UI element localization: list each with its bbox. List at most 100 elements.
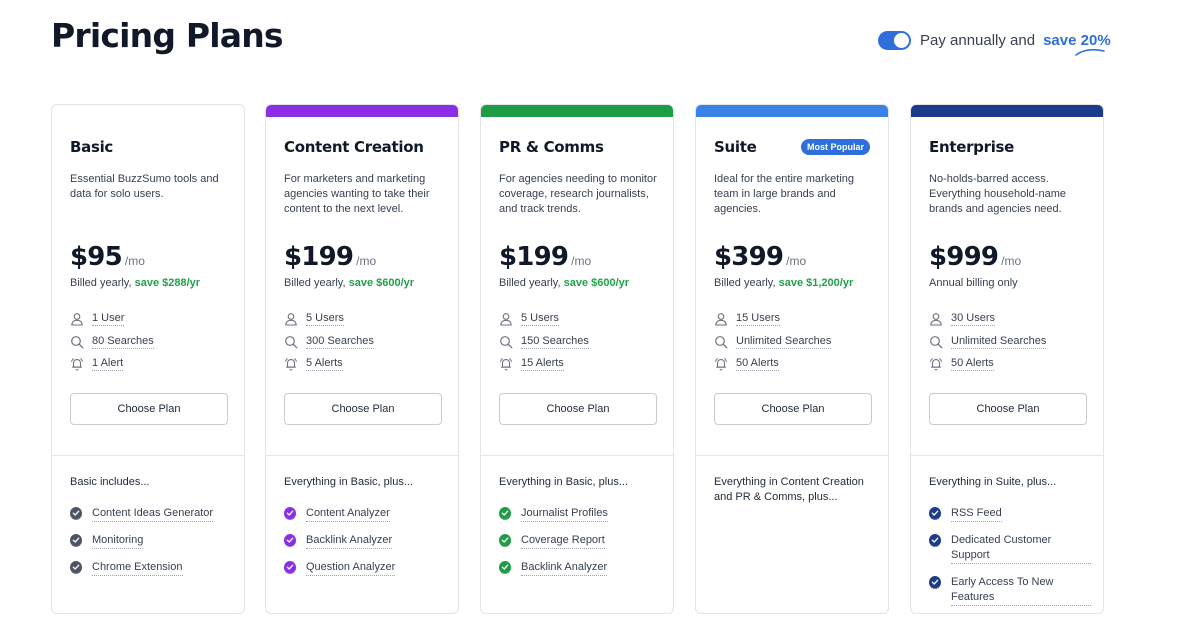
- feature-label[interactable]: Chrome Extension: [92, 560, 183, 576]
- price-period: /mo: [356, 254, 377, 268]
- choose-plan-button[interactable]: Choose Plan: [284, 393, 442, 425]
- feature-label[interactable]: Content Ideas Generator: [92, 506, 214, 522]
- billing-note: Annual billing only: [929, 277, 1018, 289]
- limit-searches: 150 Searches: [499, 331, 589, 354]
- feature-label[interactable]: Journalist Profiles: [521, 506, 608, 522]
- limit-alerts-text[interactable]: 15 Alerts: [521, 357, 564, 372]
- plan-color-bar: [266, 105, 458, 117]
- search-icon: [715, 335, 728, 349]
- limit-users: 15 Users: [714, 308, 831, 331]
- switch-knob: [894, 33, 909, 48]
- bell-icon: [715, 358, 727, 371]
- plan-price: $199 /mo: [499, 242, 591, 272]
- billing-text: Annual billing only: [929, 277, 1018, 289]
- billing-toggle: Pay annually and save 20%: [878, 31, 1111, 56]
- price-amount: $399: [714, 242, 784, 272]
- includes-heading: Everything in Basic, plus...: [284, 476, 414, 488]
- check-circle-icon: [70, 507, 82, 520]
- limit-users: 1 User: [70, 308, 154, 331]
- plan-limits: 15 Users Unlimited Searches 50 Alerts: [714, 308, 832, 376]
- limit-users-text[interactable]: 5 Users: [521, 312, 559, 327]
- billing-text: Billed yearly,: [284, 277, 349, 289]
- feature-item: Dedicated Customer Support: [929, 533, 1091, 564]
- feature-list: Content Analyzer Backlink Analyzer Questio…: [284, 506, 396, 587]
- search-icon: [71, 335, 84, 349]
- feature-label[interactable]: Backlink Analyzer: [306, 533, 393, 549]
- billing-note: Billed yearly, save $600/yr: [284, 277, 414, 289]
- limit-searches-text[interactable]: Unlimited Searches: [951, 335, 1047, 349]
- choose-plan-button[interactable]: Choose Plan: [70, 393, 228, 425]
- feature-label[interactable]: Coverage Report: [521, 533, 605, 549]
- bell-icon: [500, 358, 512, 371]
- feature-label[interactable]: Backlink Analyzer: [521, 560, 608, 576]
- save-text: save 20%: [1043, 32, 1111, 49]
- limit-searches-text[interactable]: 150 Searches: [521, 335, 589, 349]
- feature-label[interactable]: Monitoring: [92, 533, 144, 549]
- plan-name: Basic: [70, 138, 114, 156]
- plan-price: $199 /mo: [284, 242, 376, 272]
- feature-item: Chrome Extension: [70, 560, 213, 576]
- feature-item: Backlink Analyzer: [284, 533, 395, 549]
- user-icon: [500, 313, 512, 326]
- plan-name: Content Creation: [284, 138, 424, 156]
- feature-label[interactable]: Question Analyzer: [306, 560, 396, 576]
- feature-item: Content Ideas Generator: [70, 506, 214, 522]
- feature-label[interactable]: Dedicated Customer Support: [951, 533, 1091, 564]
- plan-card-content-creation: Content Creation For marketers and marke…: [265, 104, 459, 614]
- check-circle-icon: [499, 507, 511, 520]
- limit-searches-text[interactable]: 80 Searches: [92, 335, 154, 349]
- limit-users-text[interactable]: 5 Users: [306, 312, 344, 327]
- feature-label[interactable]: Content Analyzer: [306, 506, 390, 522]
- check-circle-icon: [284, 561, 296, 574]
- feature-list: Journalist Profiles Coverage Report Backli…: [499, 506, 608, 587]
- plan-description: Ideal for the entire marketing team in l…: [714, 173, 855, 215]
- choose-plan-button[interactable]: Choose Plan: [499, 393, 657, 425]
- limit-users-text[interactable]: 15 Users: [736, 312, 781, 327]
- limit-searches: 300 Searches: [284, 331, 374, 354]
- card-divider: [481, 455, 673, 456]
- limit-alerts-text[interactable]: 5 Alerts: [306, 357, 343, 372]
- plan-description: For marketers and marketing agencies wan…: [284, 173, 430, 215]
- price-period: /mo: [571, 254, 592, 268]
- limit-searches-text[interactable]: Unlimited Searches: [736, 335, 832, 349]
- limit-alerts: 50 Alerts: [714, 353, 831, 376]
- feature-label[interactable]: Early Access To New Features: [951, 575, 1091, 606]
- annual-billing-switch[interactable]: [878, 31, 911, 50]
- limit-users: 5 Users: [499, 308, 589, 331]
- feature-item: Journalist Profiles: [499, 506, 608, 522]
- billing-savings: save $600/yr: [563, 277, 630, 289]
- billing-toggle-label: Pay annually and: [920, 32, 1036, 49]
- limit-searches-text[interactable]: 300 Searches: [306, 335, 374, 349]
- limit-alerts-text[interactable]: 50 Alerts: [951, 357, 994, 372]
- check-circle-icon: [284, 507, 296, 520]
- page-title: Pricing Plans: [51, 16, 284, 55]
- swoosh-underline-icon: [1075, 49, 1105, 56]
- feature-label[interactable]: RSS Feed: [951, 506, 1002, 522]
- price-amount: $199: [284, 242, 354, 272]
- check-circle-icon: [499, 534, 511, 547]
- search-icon: [500, 335, 513, 349]
- limit-users-text[interactable]: 1 User: [92, 312, 125, 327]
- plan-card-pr-comms: PR & Comms For agencies needing to monit…: [480, 104, 674, 614]
- includes-heading: Everything in Content Creation and PR & …: [714, 476, 864, 503]
- card-divider: [52, 455, 244, 456]
- plan-price: $95 /mo: [70, 242, 145, 272]
- billing-note: Billed yearly, save $600/yr: [499, 277, 629, 289]
- card-divider: [911, 455, 1103, 456]
- limit-users-text[interactable]: 30 Users: [951, 312, 996, 327]
- choose-plan-button[interactable]: Choose Plan: [929, 393, 1087, 425]
- billing-text: Billed yearly,: [499, 277, 564, 289]
- price-period: /mo: [124, 254, 145, 268]
- choose-plan-button[interactable]: Choose Plan: [714, 393, 872, 425]
- limit-alerts-text[interactable]: 1 Alert: [92, 357, 124, 372]
- check-circle-icon: [499, 561, 511, 574]
- plan-description: Essential BuzzSumo tools and data for so…: [70, 173, 219, 200]
- limit-alerts: 1 Alert: [70, 353, 154, 376]
- price-amount: $95: [70, 242, 123, 272]
- plan-name: PR & Comms: [499, 138, 604, 156]
- feature-item: Coverage Report: [499, 533, 608, 549]
- price-amount: $199: [499, 242, 569, 272]
- plan-description: No-holds-barred access. Everything house…: [929, 173, 1066, 215]
- limit-alerts-text[interactable]: 50 Alerts: [736, 357, 779, 372]
- limit-searches: 80 Searches: [70, 331, 154, 354]
